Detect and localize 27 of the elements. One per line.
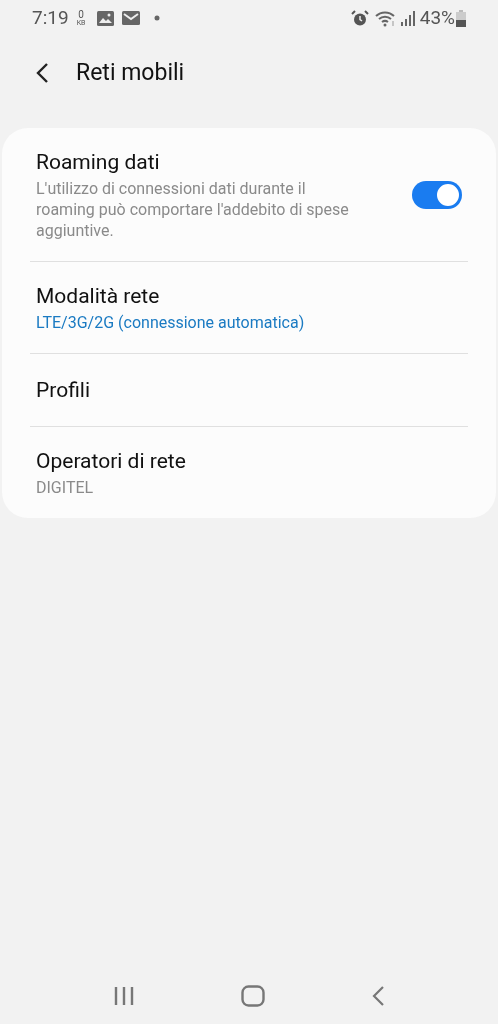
home-icon (241, 985, 265, 1007)
item-title: Operatori di rete (36, 448, 187, 475)
back-icon (371, 985, 385, 1007)
item-title: Roaming dati (36, 149, 161, 176)
item-subtitle: DIGITEL (36, 477, 95, 498)
settings-item[interactable]: Roaming dati L'utilizzo di connessioni dati durante il roaming può comportare l'addebito di spese aggiuntive. (30, 128, 468, 261)
item-subtitle: L'utilizzo di connessioni dati durante il roaming può comportare l'addebito di spese aggiuntive. (36, 178, 350, 241)
settings-item[interactable]: Modalità rete LTE/3G/2G (connessione automatica) (30, 261, 468, 353)
recents-icon (113, 986, 135, 1006)
item-title: Profili (36, 377, 91, 404)
gallery-icon (97, 10, 115, 26)
roaming-switch[interactable] (412, 180, 462, 209)
wifi-icon (374, 9, 397, 27)
item-title: Modalità rete (36, 283, 161, 310)
item-subtitle: LTE/3G/2G (connessione automatica) (36, 312, 306, 333)
signal-icon (400, 10, 416, 26)
settings-item[interactable]: Profili (30, 353, 468, 426)
status-time: 7:19 (32, 4, 69, 31)
back-icon (35, 62, 49, 84)
alarm-icon (350, 9, 369, 27)
battery-icon (456, 9, 466, 27)
mail-icon (122, 11, 141, 25)
page-title: Reti mobili (76, 57, 185, 88)
battery-percentage: 43% (419, 4, 455, 31)
settings-item[interactable]: Operatori di rete DIGITEL (30, 426, 468, 518)
data-rate: 0 (78, 9, 84, 20)
notification-dot-icon (154, 15, 161, 21)
